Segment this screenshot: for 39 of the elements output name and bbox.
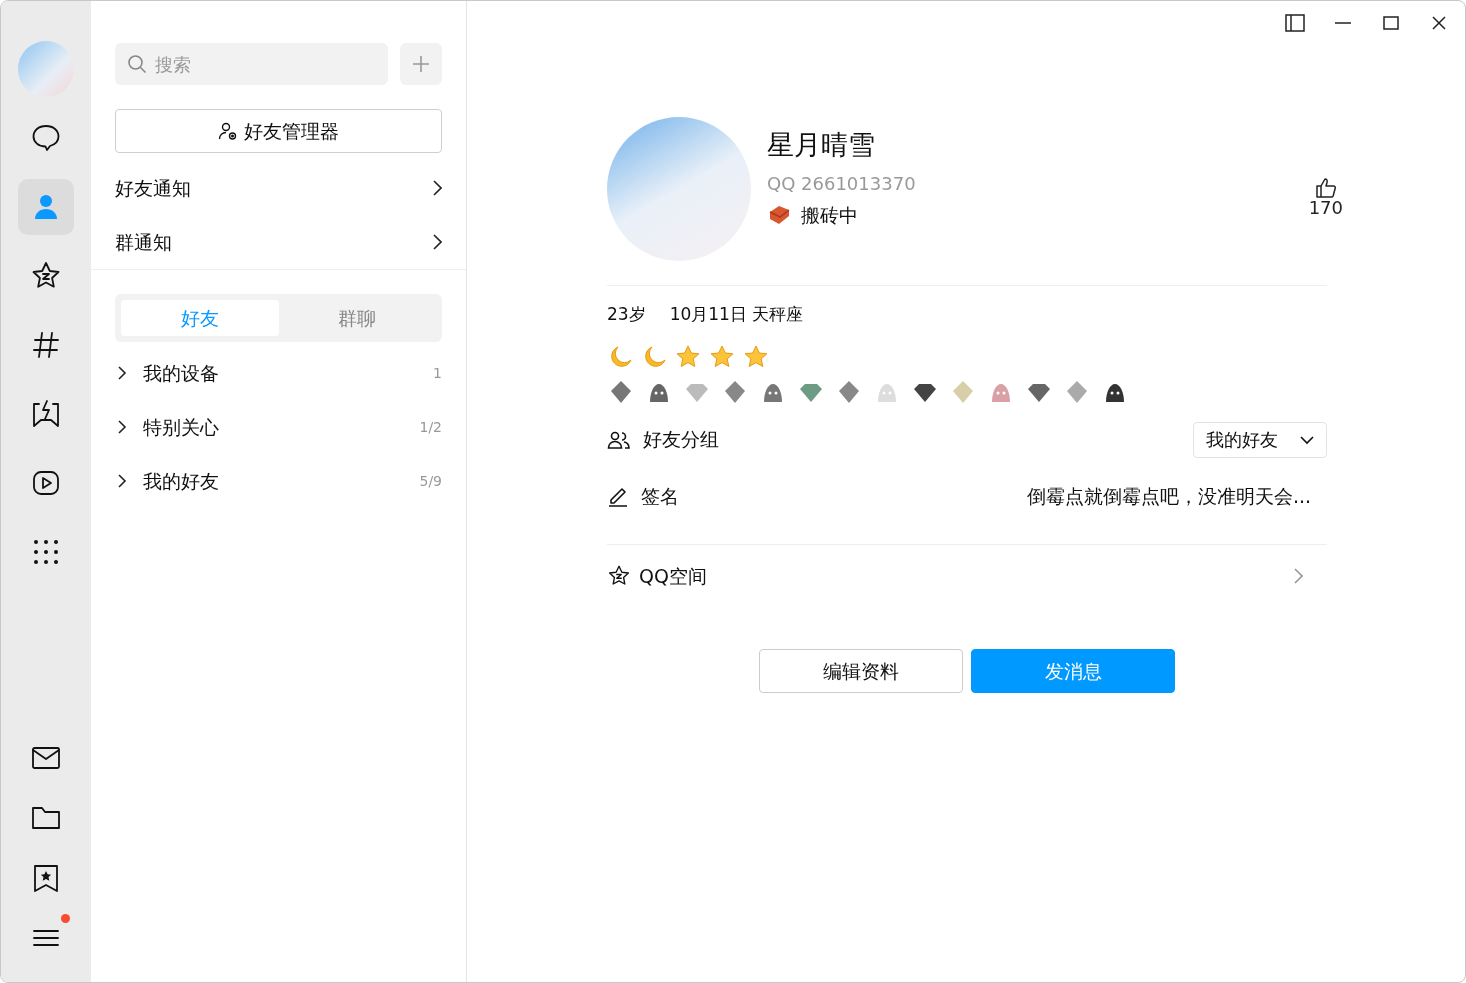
edit-profile-button[interactable]: 编辑资料 — [759, 649, 963, 693]
chevron-right-icon — [1293, 568, 1303, 584]
chevron-right-icon — [432, 180, 442, 196]
profile-name: 星月晴雪 — [767, 128, 876, 162]
minimize-icon — [1334, 21, 1352, 25]
panel-icon — [1285, 14, 1305, 32]
lightning-frame-icon — [30, 398, 62, 430]
close-icon — [1432, 16, 1446, 30]
notice-row[interactable]: 群通知 — [115, 215, 442, 269]
group-count: 1/2 — [419, 417, 442, 437]
person-gear-icon — [218, 121, 238, 141]
search-icon — [127, 54, 147, 74]
birthday-text: 10月11日 天秤座 — [669, 303, 804, 326]
notice-row[interactable]: 好友通知 — [115, 161, 442, 215]
group-count: 5/9 — [419, 471, 442, 491]
plus-icon — [411, 54, 431, 74]
signature-label: 签名 — [641, 483, 679, 509]
status-text: 搬砖中 — [801, 202, 858, 228]
star-icon — [607, 564, 631, 588]
chevron-right-icon — [432, 234, 442, 250]
hash-icon — [30, 329, 62, 361]
search-field[interactable]: 搜索 — [115, 43, 388, 85]
qq-number: QQ 2661013370 — [767, 171, 916, 196]
group-dropdown[interactable]: 我的好友 — [1193, 421, 1327, 458]
like-button[interactable]: 170 — [1308, 177, 1343, 217]
people-icon — [607, 429, 631, 450]
group-count: 1 — [433, 363, 442, 383]
maximize-icon — [1383, 16, 1399, 30]
group-name: 特别关心 — [143, 414, 219, 440]
group-label: 好友分组 — [643, 427, 719, 453]
thumbs-up-icon — [1314, 177, 1337, 199]
chevron-down-icon — [1300, 434, 1314, 445]
group-name: 我的设备 — [143, 360, 219, 386]
signature-text: 倒霉点就倒霉点吧，没准明天会... — [1026, 483, 1311, 509]
group-name: 我的好友 — [143, 468, 219, 494]
age-text: 23岁 — [607, 303, 646, 326]
qzone-row[interactable]: QQ空间 — [607, 545, 1327, 607]
chat-bubble-icon — [30, 122, 62, 154]
friend-manager-button[interactable]: 好友管理器 — [115, 109, 442, 153]
